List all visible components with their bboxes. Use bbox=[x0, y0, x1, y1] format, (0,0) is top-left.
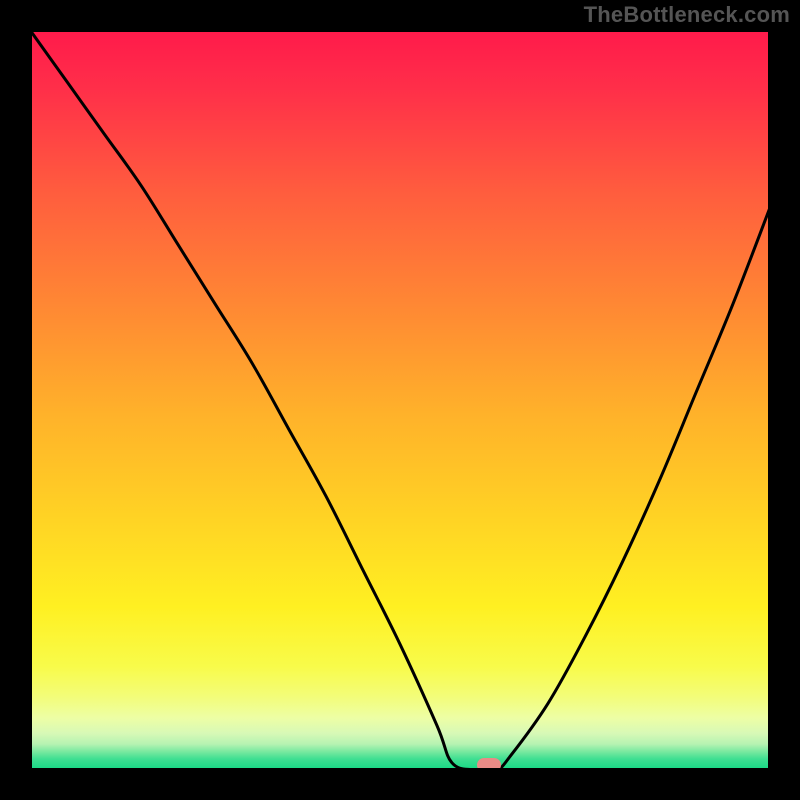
chart-container: TheBottleneck.com bbox=[0, 0, 800, 800]
attribution-label: TheBottleneck.com bbox=[584, 2, 790, 28]
optimum-marker bbox=[477, 758, 501, 770]
bottleneck-curve bbox=[30, 30, 770, 770]
plot-area bbox=[30, 30, 770, 770]
